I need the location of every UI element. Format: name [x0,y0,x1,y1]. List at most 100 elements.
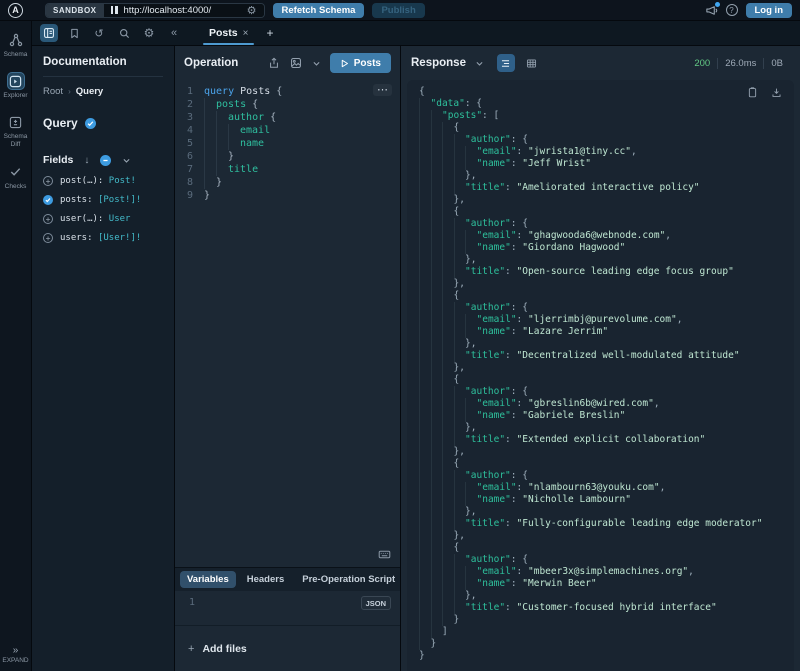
save-chevron-down-icon[interactable] [311,58,322,69]
add-field-icon[interactable]: + [43,214,53,224]
content-column: ↺ ⚙ « Posts × + [32,21,800,671]
operation-editor[interactable]: 1query Posts {2posts {3author {4email5na… [175,80,400,567]
tab-variables[interactable]: Variables [180,571,236,588]
response-line: "title": "Fully-configurable leading edg… [419,518,794,530]
response-line: "email": "ljerrimbj@purevolume.com", [419,314,794,326]
download-response-button[interactable] [770,86,783,99]
response-line: "name": "Merwin Beer" [419,578,794,590]
add-files-label: Add files [202,643,246,655]
apollo-logo[interactable]: A [8,3,23,18]
code-line: 8} [175,176,400,189]
fields-label: Fields [43,154,73,166]
response-duration: 26.0ms [717,58,763,69]
response-line: "name": "Gabriele Breslin" [419,410,794,422]
fields-chevron-down-icon[interactable] [122,156,131,165]
response-line: }, [419,194,794,206]
operations-panel-button[interactable] [40,24,58,42]
copy-response-button[interactable] [746,86,759,99]
search-button[interactable] [115,24,133,42]
response-line: }, [419,254,794,266]
pause-icon[interactable] [111,6,118,14]
code-line: 1query Posts { [175,85,400,98]
share-icon [268,57,280,69]
fields-list: + post(…): Post! posts: [Post!]! + user(… [43,176,163,243]
response-body[interactable]: {"data": {"posts": [{"author": {"email":… [407,80,794,671]
nav-item-schema[interactable]: Schema [0,31,31,59]
save-operation-button[interactable] [289,56,303,70]
field-type[interactable]: User [109,214,131,224]
response-chevron-down-icon[interactable] [474,58,485,69]
add-files-button[interactable]: + Add files [188,643,247,655]
field-row-user[interactable]: + user(…): User [43,214,163,224]
endpoint-url[interactable]: http://localhost:4000/ [124,5,241,16]
breadcrumb-root[interactable]: Root [43,86,63,97]
publish-button[interactable]: Publish [372,3,424,18]
collapse-panel-button[interactable]: « [165,24,183,42]
documentation-panel: Documentation Root › Query Query Fields … [32,46,175,671]
left-nav-rail: Schema Explorer Schema Diff Checks » EXP… [0,21,32,671]
field-name: posts: [60,195,93,205]
expand-label: EXPAND [2,657,28,665]
explorer-icon [9,75,22,88]
nav-item-explorer[interactable]: Explorer [0,72,31,100]
field-row-post[interactable]: + post(…): Post! [43,176,163,186]
field-type[interactable]: Post! [109,176,136,186]
notification-dot [715,2,720,7]
nav-item-checks[interactable]: Checks [0,163,31,191]
announcements-button[interactable] [705,4,718,17]
history-button[interactable]: ↺ [90,24,108,42]
response-line: "name": "Giordano Hagwood" [419,242,794,254]
settings-button[interactable]: ⚙ [140,24,158,42]
editor-more-menu-button[interactable]: ⋯ [373,84,392,96]
collapse-icon: « [171,27,177,39]
login-button[interactable]: Log in [746,3,793,18]
response-line: "email": "gbreslin6b@wired.com", [419,398,794,410]
endpoint-settings-gear-icon[interactable]: ⚙ [247,5,257,16]
download-icon [771,87,782,98]
nav-item-schema-diff[interactable]: Schema Diff [0,113,31,149]
endpoint-url-bar[interactable]: http://localhost:4000/ ⚙ [104,4,264,17]
response-line: }, [419,338,794,350]
variables-editor[interactable]: 1 JSON [175,591,400,625]
response-line: }, [419,530,794,542]
help-button[interactable]: ? [726,4,738,16]
field-type[interactable]: [User!]! [98,233,141,243]
response-line: }, [419,170,794,182]
sort-fields-icon[interactable]: ↓ [84,155,89,166]
type-selected-check-icon[interactable] [85,118,96,129]
help-icon: ? [729,6,733,15]
breadcrumb-current: Query [76,86,103,97]
operation-tab-posts[interactable]: Posts × [199,21,258,45]
response-line: "title": "Customer-focused hybrid interf… [419,602,794,614]
deselect-all-icon[interactable] [100,155,111,166]
variables-line-number: 1 [175,597,195,608]
run-operation-button[interactable]: Posts [330,53,391,73]
keyboard-shortcuts-button[interactable] [378,548,391,561]
tab-pre-operation-script[interactable]: Pre-Operation Script [295,571,400,588]
share-operation-button[interactable] [267,56,281,70]
field-name: user(…): [60,214,103,224]
response-line: }, [419,506,794,518]
field-selected-check-icon[interactable] [43,195,53,205]
tab-headers[interactable]: Headers [240,571,292,588]
add-field-icon[interactable]: + [43,233,53,243]
tree-view-button[interactable] [497,54,515,72]
expand-icon: » [13,645,19,656]
saved-operations-button[interactable] [65,24,83,42]
table-view-button[interactable] [523,54,541,72]
new-tab-button[interactable]: + [258,21,281,45]
refetch-schema-button[interactable]: Refetch Schema [273,3,365,18]
add-field-icon[interactable]: + [43,176,53,186]
expand-rail-button[interactable]: » EXPAND [2,645,28,665]
response-line: { [419,290,794,302]
apollo-sandbox-app: A SANDBOX http://localhost:4000/ ⚙ Refet… [0,0,800,671]
nav-label-checks: Checks [5,183,27,191]
close-tab-icon[interactable]: × [243,28,249,39]
response-line: "author": { [419,134,794,146]
response-line: "title": "Open-source leading edge focus… [419,266,794,278]
field-row-posts[interactable]: posts: [Post!]! [43,195,163,205]
field-row-users[interactable]: + users: [User!]! [43,233,163,243]
response-line: "email": "ghagwooda6@webnode.com", [419,230,794,242]
fields-header: Fields ↓ [43,154,163,166]
field-type[interactable]: [Post!]! [98,195,141,205]
